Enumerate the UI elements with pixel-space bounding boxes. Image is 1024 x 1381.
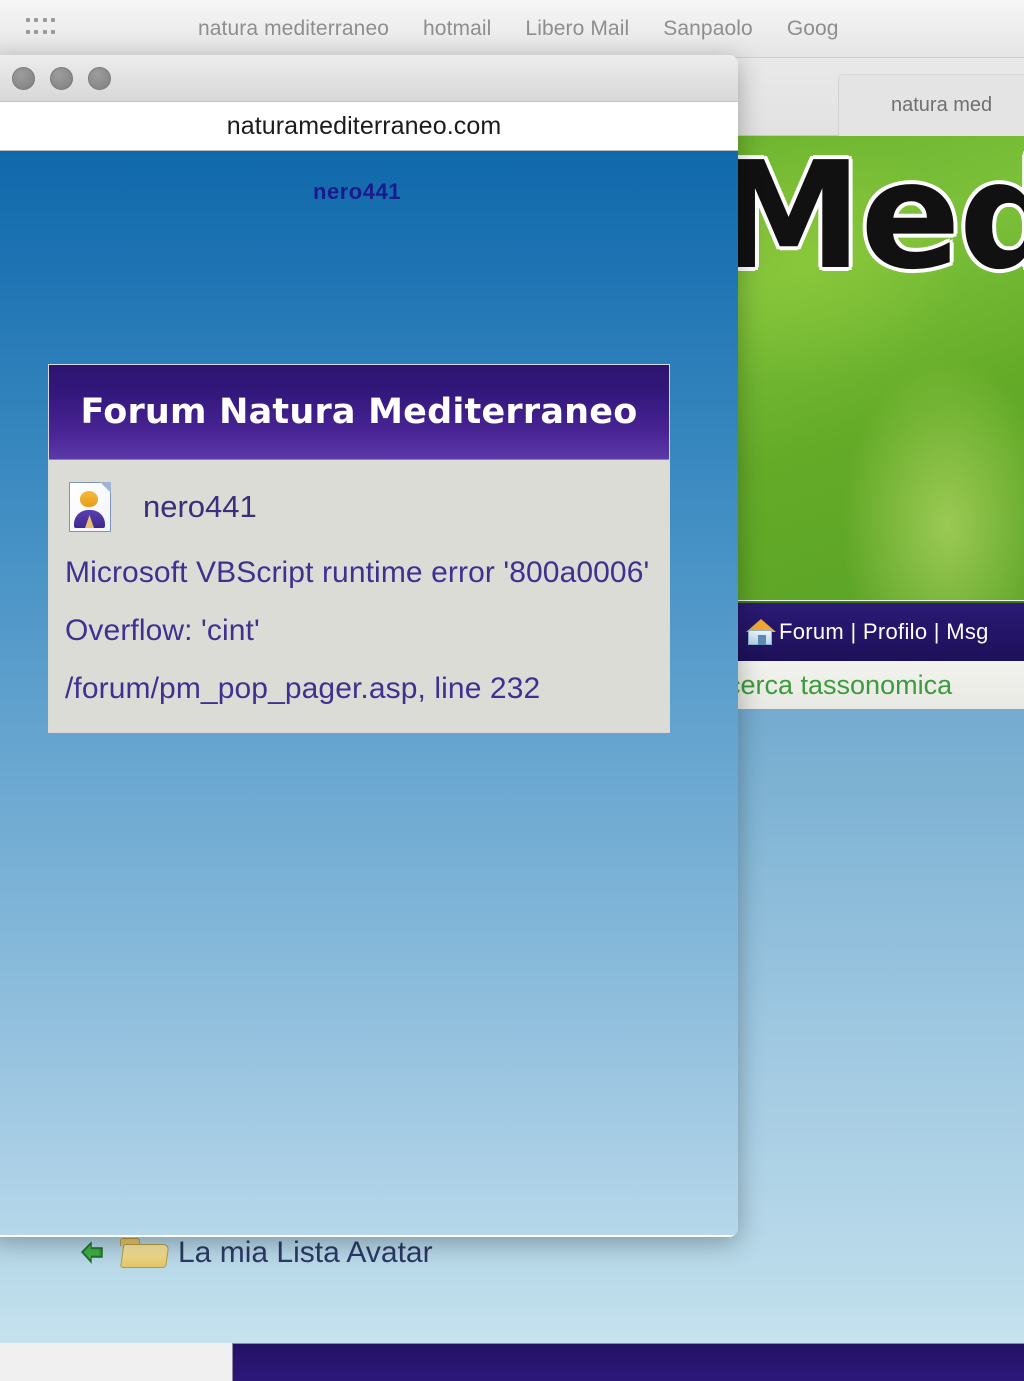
browser-tab-label: natura med <box>891 94 993 116</box>
taxonomic-search-label[interactable]: cerca tassonomica <box>737 670 952 701</box>
avatar-list-link[interactable]: La mia Lista Avatar <box>78 1236 433 1270</box>
page-title: nero441 <box>313 179 401 204</box>
browser-tab-natura-mediterraneo[interactable]: natura med <box>838 74 1024 136</box>
bookmark-libero-mail[interactable]: Libero Mail <box>525 17 629 41</box>
error-line-3: /forum/pm_pop_pager.asp, line 232 <box>65 672 541 705</box>
bookmark-hotmail[interactable]: hotmail <box>423 17 491 41</box>
popup-url-bar[interactable]: naturamediterraneo.com <box>0 102 738 151</box>
forum-card-body: nero441 Microsoft VBScript runtime error… <box>49 460 669 732</box>
forum-card-header: Forum Natura Mediterraneo <box>49 365 669 460</box>
site-banner-title: Medi <box>737 136 1024 302</box>
bookmark-natura-mediterraneo[interactable]: natura mediterraneo <box>198 17 389 41</box>
apps-grid-icon[interactable] <box>26 17 56 40</box>
screen: natura mediterraneo hotmail Libero Mail … <box>0 0 1024 1381</box>
error-line-2: Overflow: 'cint' <box>65 614 260 647</box>
site-nav-bar: Forum | Profilo | Msg <box>737 601 1024 661</box>
house-icon[interactable] <box>743 617 777 647</box>
forum-card-title: Forum Natura Mediterraneo <box>80 392 638 432</box>
contact-card-icon <box>69 482 111 532</box>
maximize-button[interactable] <box>88 66 111 90</box>
bookmark-google[interactable]: Goog <box>787 17 839 41</box>
popup-window[interactable]: naturamediterraneo.com nero441 Forum Nat… <box>0 55 738 1237</box>
site-sub-bar: cerca tassonomica <box>737 661 1024 709</box>
site-nav-links[interactable]: Forum | Profilo | Msg <box>779 619 989 645</box>
popup-page-content: nero441 Forum Natura Mediterraneo nero44… <box>0 151 738 1235</box>
site-banner: Medi <box>737 136 1024 600</box>
green-arrow-icon <box>78 1238 110 1268</box>
popup-url-text: naturamediterraneo.com <box>226 111 502 140</box>
close-button[interactable] <box>12 66 35 90</box>
forum-error-card: Forum Natura Mediterraneo nero441 Micros… <box>48 364 670 733</box>
error-line-1: Microsoft VBScript runtime error '800a00… <box>65 556 650 589</box>
folder-icon <box>120 1236 170 1270</box>
site-bottom-bar <box>232 1343 1024 1381</box>
user-row: nero441 <box>49 482 669 532</box>
bookmarks-bar: natura mediterraneo hotmail Libero Mail … <box>0 0 1024 58</box>
minimize-button[interactable] <box>50 66 73 90</box>
popup-title-bar[interactable] <box>0 55 738 102</box>
avatar-list-label: La mia Lista Avatar <box>178 1236 433 1269</box>
bookmark-sanpaolo[interactable]: Sanpaolo <box>663 17 753 41</box>
user-name: nero441 <box>143 489 257 524</box>
